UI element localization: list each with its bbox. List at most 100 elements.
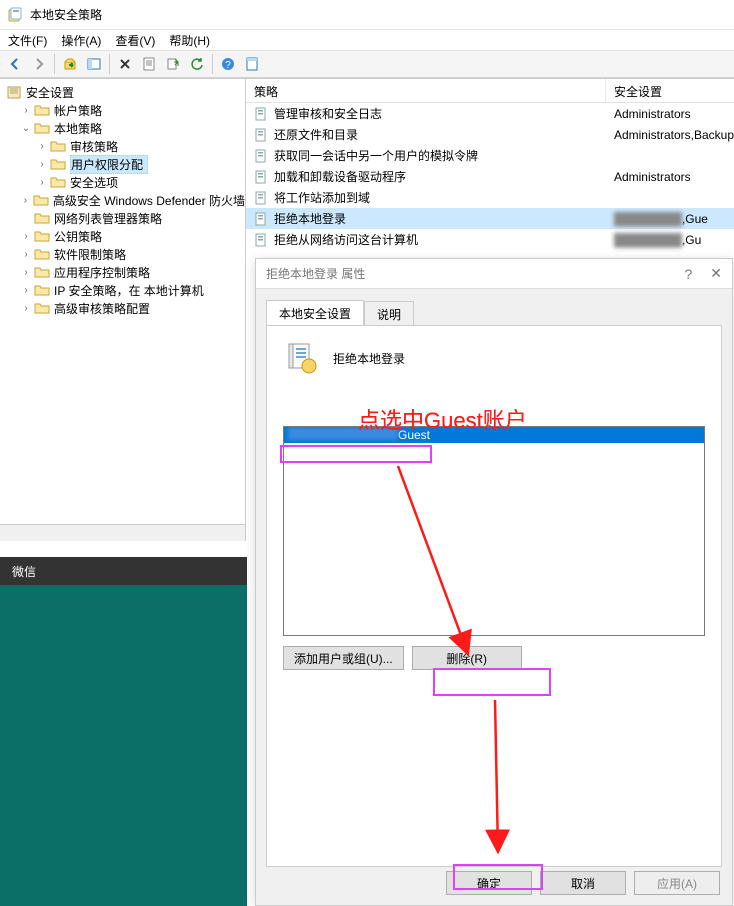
folder-icon — [34, 264, 50, 280]
policy-item-icon — [254, 127, 270, 143]
folder-icon — [50, 174, 66, 190]
taskbar-app-label[interactable]: 微信 — [12, 563, 36, 580]
expand-icon[interactable]: › — [20, 195, 31, 206]
dialog-close-icon[interactable]: ✕ — [710, 265, 722, 282]
folder-icon — [33, 192, 49, 208]
menu-action[interactable]: 操作(A) — [61, 32, 101, 49]
expand-icon[interactable]: › — [20, 303, 32, 314]
menu-help[interactable]: 帮助(H) — [169, 32, 210, 49]
action-button[interactable] — [241, 53, 263, 75]
tree-item[interactable]: ⌄ 本地策略 — [4, 119, 245, 137]
tree-item[interactable]: › 安全选项 — [4, 173, 245, 191]
expand-icon[interactable]: › — [20, 105, 32, 116]
tab-strip: 本地安全设置 说明 — [256, 289, 732, 325]
tree-item-label: 网络列表管理器策略 — [54, 210, 162, 227]
tree-item[interactable]: ›高级审核策略配置 — [4, 299, 245, 317]
help-button[interactable]: ? — [217, 53, 239, 75]
up-button[interactable] — [59, 53, 81, 75]
toolbar-separator — [109, 54, 110, 74]
show-hide-tree-button[interactable] — [83, 53, 105, 75]
policy-item-icon — [254, 169, 270, 185]
menu-bar: 文件(F) 操作(A) 查看(V) 帮助(H) — [0, 30, 734, 50]
folder-icon — [50, 156, 66, 172]
tree-item-label: 公钥策略 — [54, 228, 102, 245]
back-button[interactable] — [4, 53, 26, 75]
list-row[interactable]: 还原文件和目录 Administrators,Backup — [246, 124, 734, 145]
policy-name: 将工作站添加到域 — [274, 189, 370, 206]
list-row[interactable]: 加载和卸载设备驱动程序Administrators — [246, 166, 734, 187]
refresh-button[interactable] — [186, 53, 208, 75]
menu-view[interactable]: 查看(V) — [115, 32, 155, 49]
delete-button[interactable] — [114, 53, 136, 75]
user-listbox[interactable]: Guest — [283, 426, 705, 636]
tree-item-label: 高级安全 Windows Defender 防火墙 — [53, 192, 245, 209]
policy-name: 获取同一会话中另一个用户的模拟令牌 — [274, 147, 478, 164]
tab-description[interactable]: 说明 — [364, 301, 414, 327]
expand-icon[interactable]: › — [20, 231, 32, 242]
list-row[interactable]: 拒绝本地登录████████,Gue — [246, 208, 734, 229]
dialog-title-bar: 拒绝本地登录 属性 ? ✕ — [256, 259, 732, 289]
list-header: 策略 安全设置 — [246, 79, 734, 103]
desktop-background — [0, 557, 247, 906]
add-user-button[interactable]: 添加用户或组(U)... — [283, 646, 404, 670]
tree-item-label: 安全选项 — [70, 174, 118, 191]
policy-setting: ████████,Gue — [606, 212, 734, 226]
svg-text:?: ? — [225, 60, 231, 71]
expand-icon[interactable]: › — [20, 249, 32, 260]
cancel-button[interactable]: 取消 — [540, 871, 626, 895]
tab-local-security[interactable]: 本地安全设置 — [266, 300, 364, 326]
tree-item[interactable]: 网络列表管理器策略 — [4, 209, 245, 227]
tree-item[interactable]: ›IP 安全策略，在 本地计算机 — [4, 281, 245, 299]
expand-icon[interactable]: › — [36, 177, 48, 188]
export-button[interactable] — [162, 53, 184, 75]
tree-root[interactable]: 安全设置 — [4, 83, 245, 101]
list-row[interactable]: 拒绝从网络访问这台计算机████████,Gu — [246, 229, 734, 250]
policy-name: 管理审核和安全日志 — [274, 105, 382, 122]
window-title: 本地安全策略 — [30, 6, 102, 23]
annotation-label: 点选中Guest账户 — [358, 403, 527, 435]
policy-name: 加载和卸载设备驱动程序 — [274, 168, 406, 185]
policy-setting: Administrators,Backup — [606, 128, 734, 142]
policy-name: 还原文件和目录 — [274, 126, 358, 143]
ok-button[interactable]: 确定 — [446, 871, 532, 895]
folder-icon — [34, 102, 50, 118]
tree-item-label: 本地策略 — [54, 120, 102, 137]
col-policy[interactable]: 策略 — [246, 79, 606, 102]
policy-icon — [283, 340, 319, 376]
tree-item[interactable]: › 软件限制策略 — [4, 245, 245, 263]
properties-button[interactable] — [138, 53, 160, 75]
expand-icon[interactable]: › — [36, 141, 48, 152]
tree-panel[interactable]: 安全设置 ›帐户策略⌄本地策略›审核策略›用户权限分配›安全选项›高级安全 Wi… — [0, 79, 246, 541]
properties-dialog: 拒绝本地登录 属性 ? ✕ 本地安全设置 说明 拒绝本地登录 — [255, 258, 733, 906]
apply-button[interactable]: 应用(A) — [634, 871, 720, 895]
folder-icon — [34, 228, 50, 244]
tree-item[interactable]: ›帐户策略 — [4, 101, 245, 119]
forward-button[interactable] — [28, 53, 50, 75]
list-row[interactable]: 将工作站添加到域 — [246, 187, 734, 208]
expand-icon[interactable]: ⌄ — [20, 123, 32, 134]
security-icon — [6, 84, 22, 100]
tree-item[interactable]: › 高级安全 Windows Defender 防火墙 — [4, 191, 245, 209]
dialog-title: 拒绝本地登录 属性 — [266, 265, 365, 282]
remove-user-button[interactable]: 删除(R) — [412, 646, 522, 670]
expand-icon[interactable]: › — [20, 267, 32, 278]
tree-item[interactable]: ›审核策略 — [4, 137, 245, 155]
list-row[interactable]: 管理审核和安全日志Administrators — [246, 103, 734, 124]
list-row[interactable]: 获取同一会话中另一个用户的模拟令牌 — [246, 145, 734, 166]
tree-item[interactable]: › 公钥策略 — [4, 227, 245, 245]
app-icon — [8, 7, 24, 23]
toolbar-separator — [212, 54, 213, 74]
policy-item-icon — [254, 232, 270, 248]
dialog-help-icon[interactable]: ? — [684, 266, 692, 282]
expand-icon[interactable]: › — [20, 285, 32, 296]
policy-setting: ████████,Gu — [606, 233, 734, 247]
expand-icon[interactable]: › — [36, 159, 48, 170]
taskbar[interactable]: 微信 — [0, 557, 247, 585]
tree-item[interactable]: ›用户权限分配 — [4, 155, 245, 173]
menu-file[interactable]: 文件(F) — [8, 32, 47, 49]
tree-item[interactable]: ›应用程序控制策略 — [4, 263, 245, 281]
policy-item-icon — [254, 211, 270, 227]
tree-item-label: 软件限制策略 — [54, 246, 126, 263]
title-bar: 本地安全策略 — [0, 0, 734, 30]
col-setting[interactable]: 安全设置 — [606, 79, 734, 102]
